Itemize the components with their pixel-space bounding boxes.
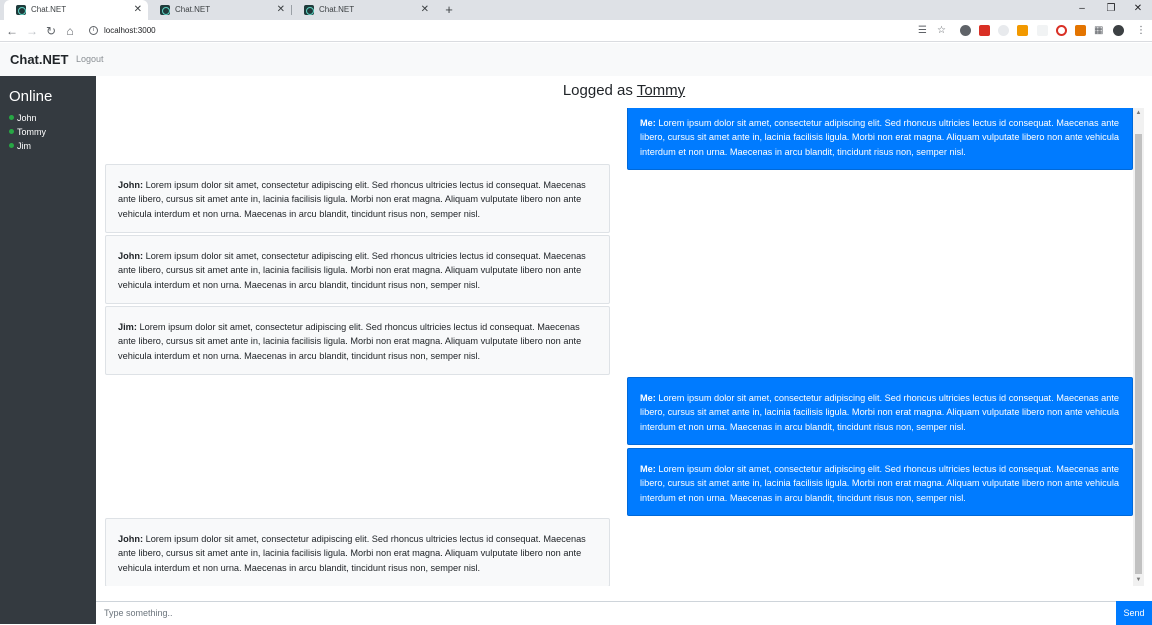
back-arrow-icon[interactable]: ←: [5, 20, 19, 42]
message-author: John:: [118, 534, 144, 544]
message-author: John:: [118, 251, 144, 261]
message-composer: Send: [96, 601, 1152, 625]
message-text: Lorem ipsum dolor sit amet, consectetur …: [118, 180, 586, 219]
message-author: John:: [118, 180, 144, 190]
restore-icon[interactable]: ❐: [1096, 0, 1126, 20]
browser-tab-strip: Chat.NET ✕ Chat.NET ✕ Chat.NET ✕ + – ❐ ✕: [0, 0, 1152, 20]
send-button[interactable]: Send: [1116, 601, 1152, 625]
app-navbar: Chat.NET Logout: [0, 43, 1152, 76]
tab-close-icon[interactable]: ✕: [277, 0, 285, 20]
extension-red-icon[interactable]: [979, 25, 990, 36]
translate-icon[interactable]: ☰: [918, 23, 927, 38]
bookmark-star-icon[interactable]: ☆: [937, 23, 946, 38]
profile-avatar-icon[interactable]: [1113, 25, 1124, 36]
forward-arrow-icon[interactable]: →: [25, 20, 39, 42]
extension-lock-icon[interactable]: [1075, 25, 1086, 36]
online-status-dot-icon: [9, 115, 14, 120]
logged-in-header: Logged as Tommy: [96, 82, 1152, 100]
extension-globe-icon[interactable]: [960, 25, 971, 36]
app-favicon-icon: [16, 5, 26, 15]
message-text: Lorem ipsum dolor sit amet, consectetur …: [640, 464, 1120, 503]
message-input[interactable]: [96, 602, 1116, 624]
browser-tab-2[interactable]: Chat.NET ✕: [148, 0, 291, 20]
message-text: Lorem ipsum dolor sit amet, consectetur …: [118, 251, 586, 290]
browser-toolbar: ← → ↻ ⌂ i localhost:3000 ☰ ☆ ▦ ⋮: [0, 20, 1152, 42]
logged-username[interactable]: Tommy: [637, 82, 685, 99]
tab-title: Chat.NET: [175, 5, 211, 14]
message-bubble-mine: Me: Lorem ipsum dolor sit amet, consecte…: [627, 448, 1133, 516]
message-author: Me:: [640, 118, 656, 128]
message-author: Me:: [640, 464, 656, 474]
site-info-icon[interactable]: i: [89, 26, 98, 35]
app-brand[interactable]: Chat.NET: [10, 43, 69, 76]
logout-link[interactable]: Logout: [76, 43, 104, 76]
message-list-scrollbar[interactable]: ▲ ▼: [1133, 108, 1144, 586]
online-user-name: Jim: [17, 141, 31, 151]
browser-tab-1[interactable]: Chat.NET ✕: [4, 0, 148, 20]
online-status-dot-icon: [9, 129, 14, 134]
tab-title: Chat.NET: [319, 5, 355, 14]
message-author: Me:: [640, 393, 656, 403]
opera-icon[interactable]: [1056, 25, 1067, 36]
message-bubble-other: Jim: Lorem ipsum dolor sit amet, consect…: [105, 306, 610, 375]
message-text: Lorem ipsum dolor sit amet, consectetur …: [118, 534, 586, 573]
app-favicon-icon: [160, 5, 170, 15]
tab-title: Chat.NET: [31, 5, 67, 14]
message-list[interactable]: Me: Lorem ipsum dolor sit amet, consecte…: [100, 108, 1144, 586]
app-favicon-icon: [304, 5, 314, 15]
online-user-jim[interactable]: Jim: [9, 139, 31, 153]
message-bubble-other: John: Lorem ipsum dolor sit amet, consec…: [105, 235, 610, 304]
scroll-up-arrow-icon[interactable]: ▲: [1133, 108, 1144, 119]
address-bar[interactable]: i localhost:3000: [84, 22, 954, 40]
message-bubble-other: John: Lorem ipsum dolor sit amet, consec…: [105, 518, 610, 586]
tab-close-icon[interactable]: ✕: [134, 0, 142, 20]
online-status-dot-icon: [9, 143, 14, 148]
scroll-down-arrow-icon[interactable]: ▼: [1133, 575, 1144, 586]
message-text: Lorem ipsum dolor sit amet, consectetur …: [640, 118, 1120, 157]
online-user-tommy[interactable]: Tommy: [9, 125, 46, 139]
browser-menu-icon[interactable]: ⋮: [1136, 23, 1146, 38]
browser-tab-3[interactable]: Chat.NET ✕: [292, 0, 435, 20]
scrollbar-thumb[interactable]: [1135, 134, 1142, 574]
new-tab-plus-icon[interactable]: +: [441, 0, 457, 20]
minimize-icon[interactable]: –: [1067, 0, 1097, 20]
tab-close-icon[interactable]: ✕: [421, 0, 429, 20]
extensions-puzzle-icon[interactable]: ▦: [1094, 23, 1103, 38]
extension-grey-icon[interactable]: [998, 25, 1009, 36]
address-url[interactable]: localhost:3000: [104, 22, 156, 40]
online-user-john[interactable]: John: [9, 111, 37, 125]
message-bubble-other: John: Lorem ipsum dolor sit amet, consec…: [105, 164, 610, 233]
message-text: Lorem ipsum dolor sit amet, consectetur …: [640, 393, 1120, 432]
extension-orange-icon[interactable]: [1017, 25, 1028, 36]
home-icon[interactable]: ⌂: [63, 20, 77, 42]
window-close-icon[interactable]: ✕: [1123, 0, 1152, 20]
online-users-sidebar: Online John Tommy Jim: [0, 76, 96, 624]
sidebar-title: Online: [9, 88, 53, 105]
online-user-name: Tommy: [17, 127, 46, 137]
logged-as-label: Logged as: [562, 82, 633, 99]
message-bubble-mine: Me: Lorem ipsum dolor sit amet, consecte…: [627, 108, 1133, 170]
online-user-name: John: [17, 113, 37, 123]
message-author: Jim:: [118, 322, 137, 332]
extension-doc-icon[interactable]: [1037, 25, 1048, 36]
message-bubble-mine: Me: Lorem ipsum dolor sit amet, consecte…: [627, 377, 1133, 445]
message-text: Lorem ipsum dolor sit amet, consectetur …: [118, 322, 582, 361]
reload-icon[interactable]: ↻: [44, 20, 58, 42]
